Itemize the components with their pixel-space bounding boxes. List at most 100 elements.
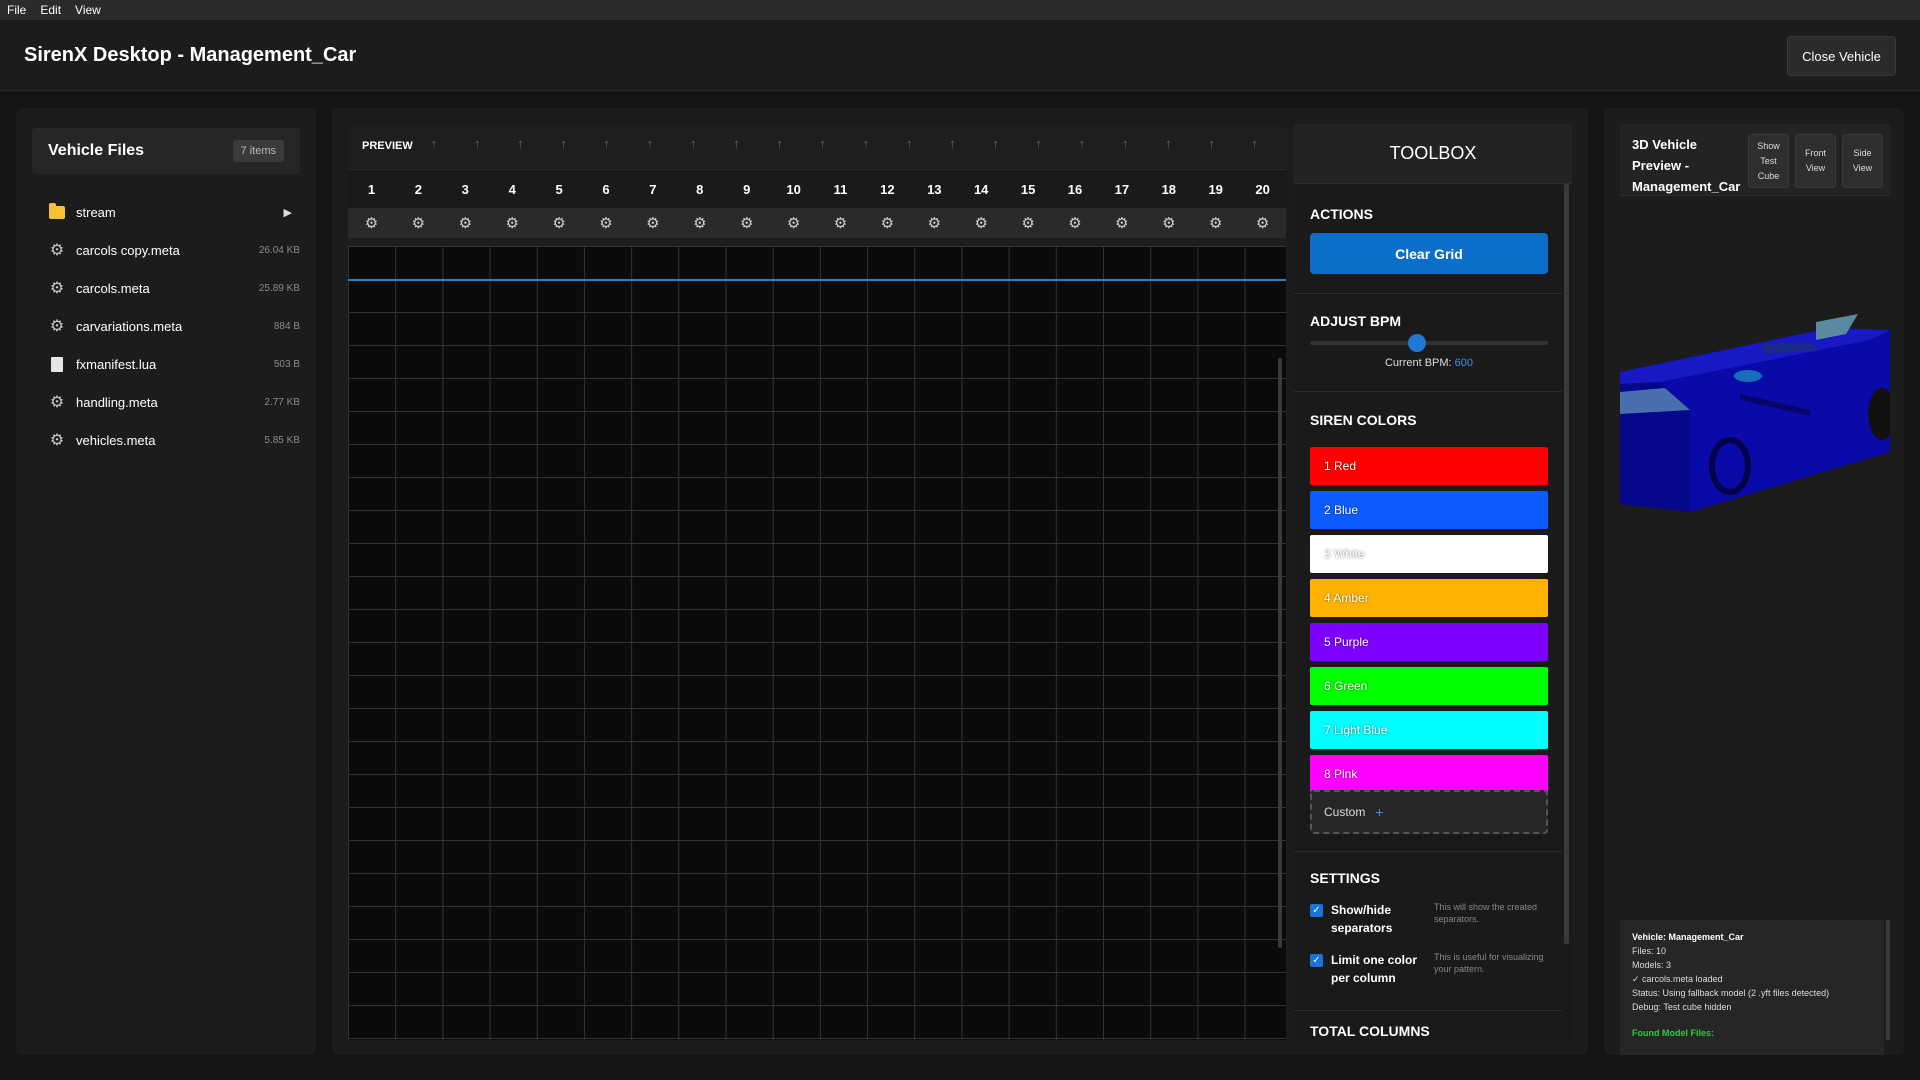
column-settings-gear-icon[interactable]: ⚙	[864, 208, 911, 238]
column-settings-gear-icon[interactable]: ⚙	[1052, 208, 1099, 238]
siren-color-button[interactable]: 6 Green	[1310, 667, 1548, 705]
setting-description: This will show the created separators.	[1434, 902, 1538, 924]
column-settings-gear-icon[interactable]: ⚙	[911, 208, 958, 238]
file-size: 2.77 KB	[264, 396, 300, 408]
column-settings-gear-icon[interactable]: ⚙	[348, 208, 395, 238]
section-divider	[1294, 391, 1562, 392]
setting-row: ✓ Limit one color per column This is usefu…	[1310, 951, 1550, 991]
column-settings-gear-icon[interactable]: ⚙	[723, 208, 770, 238]
front-view-button[interactable]: Front View	[1795, 134, 1836, 188]
column-number: 17	[1114, 182, 1130, 197]
menu-edit[interactable]: Edit	[33, 3, 68, 17]
setting-checkbox[interactable]: ✓	[1310, 904, 1323, 917]
file-item[interactable]: ⚙ handling.meta 2.77 KB	[48, 388, 300, 416]
preview-arrow-icon: ↑	[517, 136, 524, 151]
info-scrollbar[interactable]	[1886, 920, 1890, 1040]
bpm-label: Current BPM:	[1384, 357, 1452, 369]
app-title: SirenX Desktop - Management_Car	[24, 44, 357, 66]
column-number: 7	[649, 182, 657, 197]
setting-row: ✓ Show/hide separators This will show the …	[1310, 901, 1550, 941]
preview-arrow-icon: ↑	[1251, 136, 1259, 151]
grid-cells[interactable]	[348, 246, 1286, 1040]
column-number: 13	[927, 182, 942, 197]
preview-arrow-icon: ↑	[603, 136, 611, 151]
file-name: carcols.meta	[76, 280, 150, 296]
column-settings-gear-icon[interactable]: ⚙	[770, 208, 817, 238]
side-view-button[interactable]: Side View	[1842, 134, 1883, 188]
close-vehicle-button[interactable]: Close Vehicle	[1787, 36, 1896, 76]
column-settings-gear-icon[interactable]: ⚙	[676, 208, 723, 238]
file-item[interactable]: ⚙ carcols copy.meta 26.04 KB	[48, 236, 300, 264]
grid-scrollbar[interactable]	[1278, 358, 1282, 948]
column-settings-gear-icon[interactable]: ⚙	[1145, 208, 1192, 238]
bpm-slider-track[interactable]	[1310, 341, 1548, 345]
preview-arrow-icon: ↑	[430, 136, 438, 151]
info-vehicle: Vehicle: Management_Car	[1632, 932, 1744, 942]
preview-arrow-icon: ↑	[560, 136, 567, 151]
column-number: 5	[555, 182, 563, 197]
info-status: Status: Using fallback model (2 .yft fil…	[1632, 988, 1830, 998]
column-settings-gear-icon[interactable]: ⚙	[817, 208, 864, 238]
bpm-slider-thumb[interactable]	[1408, 334, 1427, 352]
show-test-cube-button[interactable]: Show Test Cube	[1748, 134, 1789, 188]
plus-icon: +	[1375, 804, 1384, 820]
file-item[interactable]: ⚙ carvariations.meta 884 B	[48, 312, 300, 340]
file-size: 503 B	[273, 358, 300, 370]
menu-view[interactable]: View	[68, 3, 108, 17]
info-models: Models: 3	[1632, 960, 1672, 970]
bpm-value: 600	[1454, 357, 1474, 369]
setting-label: Show/hide separators	[1331, 903, 1393, 935]
siren-color-button[interactable]: 5 Purple	[1310, 623, 1548, 661]
preview-title: 3D Vehicle Preview - Management_Car	[1632, 137, 1741, 194]
column-settings-gear-icon[interactable]: ⚙	[629, 208, 676, 238]
toolbox-scrollbar[interactable]	[1564, 184, 1569, 944]
column-settings-gear-icon[interactable]: ⚙	[1098, 208, 1145, 238]
column-settings-gear-icon[interactable]: ⚙	[395, 208, 442, 238]
preview-arrow-icon: ↑	[992, 136, 999, 151]
preview-arrow-icon: ↑	[1078, 136, 1086, 151]
settings-title: SETTINGS	[1310, 870, 1381, 886]
3d-viewport[interactable]	[1620, 204, 1890, 918]
bpm-readout: Current BPM: 600	[1294, 357, 1564, 369]
menu-file[interactable]: File	[0, 3, 33, 17]
file-name: handling.meta	[76, 394, 158, 410]
expand-arrow-icon[interactable]: ▶	[284, 206, 292, 219]
preview-arrow-icon: ↑	[1035, 136, 1043, 151]
setting-checkbox[interactable]: ✓	[1310, 954, 1323, 967]
siren-color-button[interactable]: 1 Red	[1310, 447, 1548, 485]
column-settings-gear-icon[interactable]: ⚙	[1005, 208, 1052, 238]
siren-color-button[interactable]: 4 Amber	[1310, 579, 1548, 617]
column-settings-gear-icon[interactable]: ⚙	[958, 208, 1005, 238]
column-settings-gear-icon[interactable]: ⚙	[489, 208, 536, 238]
siren-color-button[interactable]: 2 Blue	[1310, 491, 1548, 529]
gear-icon: ⚙	[49, 280, 65, 297]
preview-arrow-icon: ↑	[733, 136, 740, 151]
file-item[interactable]: ⚙ carcols.meta 25.89 KB	[48, 274, 300, 302]
file-item[interactable]: ⚙ vehicles.meta 5.85 KB	[48, 426, 300, 454]
bpm-title: ADJUST BPM	[1310, 313, 1402, 329]
column-number: 10	[786, 182, 801, 197]
file-item[interactable]: stream ▶	[48, 198, 300, 226]
siren-color-button[interactable]: 8 Pink	[1310, 755, 1548, 793]
file-name: stream	[76, 204, 116, 220]
custom-color-button[interactable]: Custom +	[1310, 790, 1548, 834]
total-columns-title: TOTAL COLUMNS	[1310, 1023, 1430, 1039]
clear-grid-button[interactable]: Clear Grid	[1310, 233, 1548, 274]
column-settings-gear-icon[interactable]: ⚙	[1192, 208, 1239, 238]
column-settings-gear-icon[interactable]: ⚙	[536, 208, 583, 238]
column-settings-gear-icon[interactable]: ⚙	[583, 208, 630, 238]
column-number: 15	[1020, 182, 1036, 197]
folder-shape	[49, 202, 65, 219]
siren-color-button[interactable]: 7 Light Blue	[1310, 711, 1548, 749]
preview-arrow-icon: ↑	[473, 136, 481, 151]
column-settings-gear-icon[interactable]: ⚙	[442, 208, 489, 238]
file-item[interactable]: fxmanifest.lua 503 B	[48, 350, 300, 378]
siren-color-button[interactable]: 3 White	[1310, 535, 1548, 573]
column-settings-gear-icon[interactable]: ⚙	[1239, 208, 1286, 238]
gear-icon: ⚙	[49, 394, 65, 411]
pattern-grid: PREVIEW ↑ ↑ ↑ ↑ ↑ ↑ ↑ ↑ ↑ ↑ ↑ ↑ ↑ ↑ ↑ ↑ ↑ ↑ ↑ ↑ 1 ⚙ 2 ⚙ 3 ⚙ 4 ⚙ 5 ⚙ 6…	[348, 124, 1286, 1040]
playhead-line	[348, 279, 1286, 281]
column-number: 6	[602, 182, 610, 197]
file-name: fxmanifest.lua	[76, 356, 157, 372]
toolbox-panel: TOOLBOX ACTIONS Clear Grid ADJUST BPM Cu…	[1294, 124, 1572, 1040]
